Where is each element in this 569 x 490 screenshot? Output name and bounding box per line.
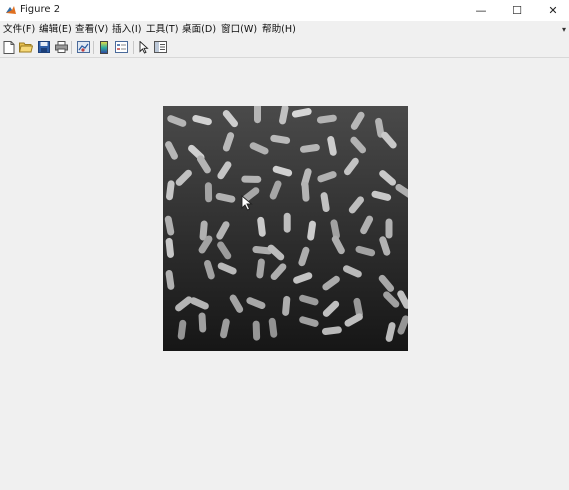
close-icon: ✕	[548, 4, 558, 17]
insert-legend-icon	[114, 41, 128, 53]
menu-help[interactable]: 帮助(H)	[262, 23, 296, 36]
menu-insert[interactable]: 插入(I)	[112, 23, 142, 36]
rice-grain	[254, 103, 261, 124]
menu-bar: 文件(F) 编辑(E) 查看(V) 插入(I) 工具(T) 桌面(D) 窗口(W…	[0, 21, 569, 38]
rice-grain	[385, 218, 393, 239]
print-icon	[54, 41, 68, 53]
toolbar-separator	[133, 41, 134, 54]
save-icon	[38, 41, 50, 53]
new-figure-button[interactable]	[2, 40, 16, 54]
menu-window[interactable]: 窗口(W)	[221, 23, 257, 36]
title-bar: Figure 2 — ☐ ✕	[0, 0, 569, 21]
mouse-cursor-icon	[241, 195, 253, 211]
save-button[interactable]	[37, 40, 51, 54]
close-button[interactable]: ✕	[535, 0, 569, 21]
insert-legend-button[interactable]	[114, 40, 128, 54]
property-inspector-icon	[153, 41, 167, 53]
menu-overflow-icon[interactable]: ▾	[562, 25, 566, 34]
window-title: Figure 2	[20, 4, 61, 15]
toolbar-separator	[71, 41, 72, 54]
toolbar	[0, 38, 569, 58]
insert-colorbar-icon	[100, 40, 108, 54]
menu-desktop[interactable]: 桌面(D)	[182, 23, 216, 36]
rice-grain	[204, 182, 213, 203]
edit-plot-pointer-icon	[139, 40, 149, 54]
rice-image	[163, 103, 414, 351]
rice-grain	[252, 320, 261, 341]
new-figure-icon	[3, 40, 15, 54]
link-plot-button[interactable]	[76, 40, 90, 54]
minimize-button[interactable]: —	[463, 0, 499, 21]
maximize-button[interactable]: ☐	[499, 0, 535, 21]
menu-edit[interactable]: 编辑(E)	[39, 23, 72, 36]
rice-grain	[198, 312, 207, 333]
menu-tools[interactable]: 工具(T)	[146, 23, 179, 36]
image-axes[interactable]	[163, 103, 414, 351]
maximize-icon: ☐	[512, 4, 522, 17]
print-button[interactable]	[54, 40, 68, 54]
minimize-icon: —	[475, 4, 487, 17]
toolbar-separator	[93, 41, 94, 54]
property-inspector-button[interactable]	[153, 40, 167, 54]
rice-grain	[283, 212, 291, 233]
rice-grain	[241, 175, 262, 183]
link-plot-icon	[76, 41, 90, 53]
edit-plot-button[interactable]	[137, 40, 151, 54]
menu-file[interactable]: 文件(F)	[3, 23, 35, 36]
open-file-icon	[19, 42, 33, 53]
insert-colorbar-button[interactable]	[97, 40, 111, 54]
menu-view[interactable]: 查看(V)	[75, 23, 108, 36]
matlab-app-icon	[5, 4, 17, 16]
open-file-button[interactable]	[19, 40, 33, 54]
rice-grain	[301, 181, 310, 202]
